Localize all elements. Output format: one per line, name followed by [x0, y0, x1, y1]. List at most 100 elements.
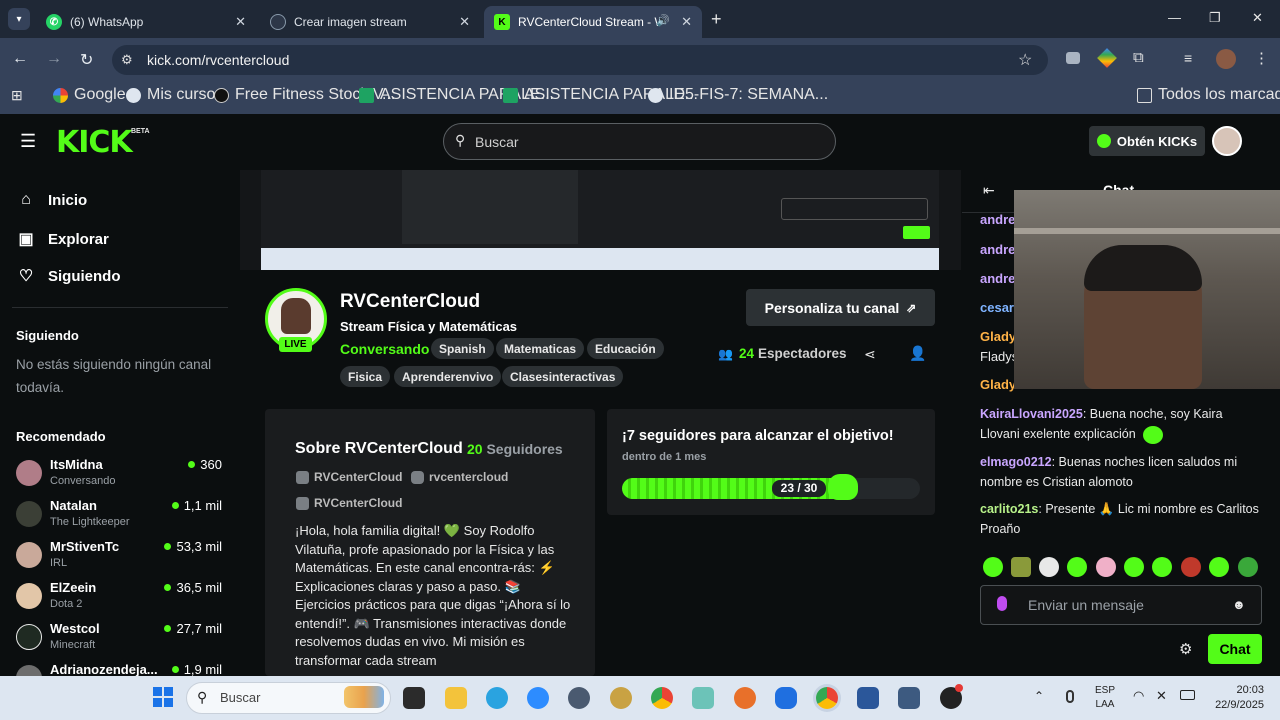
emote-button[interactable] [1209, 557, 1229, 577]
send-chat-button[interactable]: Chat [1208, 634, 1262, 664]
recommended-channel[interactable]: Westcol Minecraft 27,7 mil [16, 621, 222, 659]
tab-search-button[interactable]: ▾ [8, 8, 30, 30]
wifi-icon[interactable]: ◠ [1133, 688, 1144, 704]
stream-category[interactable]: Conversando [340, 341, 429, 357]
tab-kick-stream[interactable]: K RVCenterCloud Stream - W 🔊 ✕ [484, 6, 702, 38]
chat-username[interactable]: KairaLlovani2025 [980, 407, 1083, 421]
chat-username[interactable]: cesar [980, 300, 1014, 315]
all-bookmarks[interactable]: Todos los marcadores [1137, 86, 1280, 104]
nav-inicio[interactable]: ⌂ Inicio [16, 191, 87, 209]
kick-logo[interactable]: KICK [56, 125, 133, 160]
bookmark-star-icon[interactable]: ☆ [1018, 50, 1032, 70]
tag-aprenderenvivo[interactable]: Aprenderenvivo [394, 366, 502, 387]
chat-username[interactable]: andre [980, 271, 1015, 286]
close-icon[interactable]: ✕ [459, 14, 470, 30]
instagram-link[interactable]: rvcentercloud [411, 470, 508, 484]
extensions-icon[interactable]: ⧉ [1133, 49, 1144, 66]
bookmark-google[interactable]: Google [53, 86, 126, 104]
bookmark-mis-cursos[interactable]: Mis cursos [126, 86, 223, 104]
vpn-globe-icon[interactable] [568, 687, 590, 709]
reload-icon[interactable]: ↻ [80, 50, 93, 70]
volume-muted-icon[interactable]: ✕ [1156, 688, 1167, 704]
emote-button[interactable] [1011, 557, 1031, 577]
apps-grid-icon[interactable]: ⊞ [11, 87, 23, 104]
chat-username[interactable]: Glady [980, 329, 1016, 344]
chrome-icon[interactable] [651, 687, 673, 709]
nav-explorar[interactable]: ▣ Explorar [16, 229, 108, 249]
follow-user-icon[interactable]: 👤 [909, 345, 926, 362]
emote-button[interactable] [1152, 557, 1172, 577]
emote-button[interactable] [1096, 557, 1116, 577]
emote-button[interactable] [1067, 557, 1087, 577]
close-icon[interactable]: ✕ [681, 14, 692, 30]
language-indicator[interactable]: ESP LAA [1095, 684, 1115, 712]
recommended-channel[interactable]: Adrianozendeja... 1,9 mil [16, 662, 222, 676]
menu-kebab-icon[interactable]: ⋮ [1254, 49, 1269, 67]
restore-icon[interactable]: ❐ [1209, 10, 1221, 26]
tag-matematicas[interactable]: Matematicas [496, 338, 585, 359]
youtube-link[interactable]: RVCenterCloud [296, 496, 402, 510]
chat-username[interactable]: carlito21s [980, 502, 1038, 516]
word-icon[interactable] [857, 687, 879, 709]
tag-spanish[interactable]: Spanish [431, 338, 494, 359]
firefox-icon[interactable] [734, 687, 756, 709]
maps-icon[interactable] [692, 687, 714, 709]
video-player[interactable] [240, 170, 961, 270]
telegram-icon[interactable] [486, 687, 508, 709]
emote-button[interactable] [1238, 557, 1258, 577]
site-info-icon[interactable]: ⚙ [121, 52, 133, 68]
hamburger-menu-icon[interactable]: ☰ [20, 131, 36, 152]
tag-fisica[interactable]: Fisica [340, 366, 391, 387]
window-close-icon[interactable]: ✕ [1252, 10, 1263, 26]
zoom-icon[interactable] [527, 687, 549, 709]
get-kicks-button[interactable]: Obtén KICKs [1089, 126, 1205, 156]
recommended-channel[interactable]: ElZeein Dota 2 36,5 mil [16, 580, 222, 618]
tab-crear-imagen[interactable]: Crear imagen stream ✕ [260, 6, 480, 38]
chat-username[interactable]: andre [980, 242, 1015, 257]
microphone-icon[interactable] [997, 596, 1007, 611]
share-icon[interactable]: ⋖ [864, 346, 876, 363]
customize-channel-button[interactable]: Personaliza tu canal ⇗ [746, 289, 935, 326]
battery-icon[interactable] [1180, 690, 1195, 700]
nav-siguiendo[interactable]: ♡ Siguiendo [16, 266, 121, 286]
chrome-active-icon[interactable] [816, 687, 838, 709]
tag-educacion[interactable]: Educación [587, 338, 664, 359]
media-control-icon[interactable]: ≡ [1184, 50, 1192, 66]
profile-avatar[interactable] [1216, 49, 1236, 69]
task-view-icon[interactable] [403, 687, 425, 709]
clock[interactable]: 20:03 22/9/2025 [1208, 683, 1264, 713]
user-avatar[interactable] [1212, 126, 1242, 156]
emote-button[interactable] [1124, 557, 1144, 577]
new-tab-button[interactable]: + [711, 9, 722, 30]
windows-start-icon[interactable] [153, 687, 173, 707]
chat-username[interactable]: elmago0212 [980, 455, 1052, 469]
recommended-channel[interactable]: Natalan The Lightkeeper 1,1 mil [16, 498, 222, 536]
bookmark-id5-fis[interactable]: ID5-FIS-7: SEMANA... [648, 86, 828, 104]
close-icon[interactable]: ✕ [235, 14, 246, 30]
tag-clasesinteractivas[interactable]: Clasesinteractivas [502, 366, 624, 387]
camera-icon[interactable] [1066, 52, 1080, 64]
tray-mic-icon[interactable] [1066, 690, 1074, 703]
file-explorer-icon[interactable] [445, 687, 467, 709]
minimize-icon[interactable]: — [1168, 10, 1181, 25]
speaker-icon[interactable]: 🔊 [656, 14, 670, 27]
chat-settings-icon[interactable]: ⚙ [1179, 640, 1192, 658]
calculator-icon[interactable] [898, 687, 920, 709]
recommended-channel[interactable]: MrStivenTc IRL 53,3 mil [16, 539, 222, 577]
tray-chevron-icon[interactable]: ⌃ [1034, 689, 1044, 703]
back-icon[interactable]: ← [12, 50, 28, 68]
chat-username[interactable]: Glady [980, 377, 1016, 392]
bluetooth-icon[interactable] [775, 687, 797, 709]
recommended-channel[interactable]: ItsMidna Conversando 360 [16, 457, 222, 495]
emote-button[interactable] [1181, 557, 1201, 577]
emote-button[interactable] [1039, 557, 1059, 577]
tab-whatsapp[interactable]: ✆ (6) WhatsApp ✕ [36, 6, 256, 38]
forward-icon[interactable]: → [46, 50, 62, 68]
chat-collapse-icon[interactable]: ⇤ [983, 182, 995, 199]
emoji-icon[interactable]: ☻ [1232, 597, 1246, 612]
channel-name[interactable]: RVCenterCloud [340, 291, 480, 313]
chat-username[interactable]: andre [980, 212, 1015, 227]
facebook-link[interactable]: RVCenterCloud [296, 470, 402, 484]
app-bug-icon[interactable] [610, 687, 632, 709]
emote-button[interactable] [983, 557, 1003, 577]
